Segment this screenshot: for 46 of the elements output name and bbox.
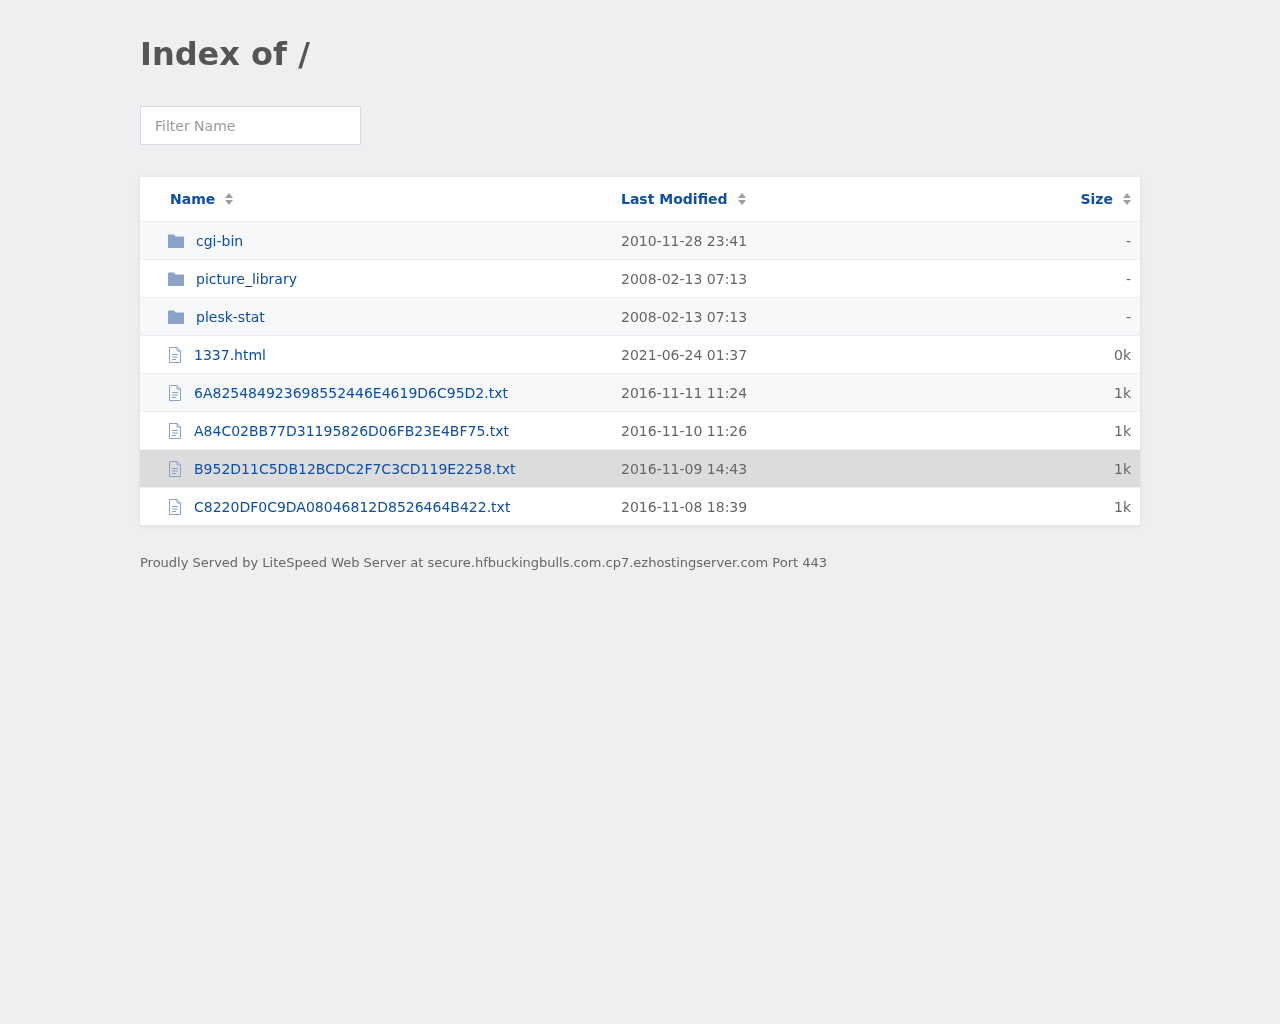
column-header[interactable]: Size: [1080, 191, 1113, 207]
server-footer: Proudly Served by LiteSpeed Web Server at secure.hfbuckingbulls.com.cp7.ezhostingserver.com Port 443: [140, 555, 1140, 570]
modified-date: 2016-11-10 11:26: [621, 422, 748, 439]
file-size: -: [1125, 308, 1131, 325]
file-link[interactable]: cgi-bin: [196, 232, 244, 249]
file-size: 1k: [1114, 498, 1131, 515]
modified-date: 2008-02-13 07:13: [621, 308, 748, 325]
folder-icon: [168, 233, 184, 248]
file-size: -: [1125, 270, 1131, 287]
modified-date: 2010-11-28 23:41: [621, 232, 748, 249]
sort-icon[interactable]: [737, 193, 746, 205]
table-row[interactable]: 6A825484923698552446E4619D6C95D2.txt 2016-11-11 11:24 1k: [140, 374, 1140, 412]
file-size: 0k: [1114, 346, 1131, 363]
modified-date: 2016-11-08 18:39: [621, 498, 748, 515]
folder-icon: [168, 271, 184, 286]
table-row[interactable]: C8220DF0C9DA08046812D8526464B422.txt 2016-11-08 18:39 1k: [140, 488, 1140, 525]
file-link[interactable]: 6A825484923698552446E4619D6C95D2.txt: [194, 384, 508, 401]
document-icon: [168, 422, 182, 439]
file-link[interactable]: C8220DF0C9DA08046812D8526464B422.txt: [194, 498, 511, 515]
document-icon: [168, 384, 182, 401]
sort-icon[interactable]: [1123, 193, 1131, 205]
table-row[interactable]: B952D11C5DB12BCDC2F7C3CD119E2258.txt 2016-11-09 14:43 1k: [140, 450, 1140, 488]
file-link[interactable]: plesk-stat: [196, 308, 265, 325]
file-size: 1k: [1114, 384, 1131, 401]
table-row[interactable]: cgi-bin 2010-11-28 23:41 -: [140, 222, 1140, 260]
modified-date: 2021-06-24 01:37: [621, 346, 748, 363]
document-icon: [168, 346, 182, 363]
file-size: 1k: [1114, 460, 1131, 477]
table-row[interactable]: plesk-stat 2008-02-13 07:13 -: [140, 298, 1140, 336]
modified-date: 2016-11-09 14:43: [621, 460, 748, 477]
modified-date: 2008-02-13 07:13: [621, 270, 748, 287]
filter-field[interactable]: Filter Name: [140, 106, 361, 145]
page-title: Index of /: [140, 34, 311, 74]
document-icon: [168, 498, 182, 515]
column-header[interactable]: Name: [170, 191, 216, 207]
file-link[interactable]: A84C02BB77D31195826D06FB23E4BF75.txt: [194, 422, 510, 439]
file-link[interactable]: B952D11C5DB12BCDC2F7C3CD119E2258.txt: [194, 460, 516, 477]
modified-date: 2016-11-11 11:24: [621, 384, 748, 401]
document-icon: [168, 460, 182, 477]
column-header[interactable]: Last Modified: [621, 191, 728, 207]
file-size: 1k: [1114, 422, 1131, 439]
sort-icon[interactable]: [225, 193, 234, 205]
folder-icon: [168, 309, 184, 324]
file-link[interactable]: picture_library: [196, 270, 297, 287]
file-link[interactable]: 1337.html: [194, 346, 266, 363]
file-size: -: [1125, 232, 1131, 249]
